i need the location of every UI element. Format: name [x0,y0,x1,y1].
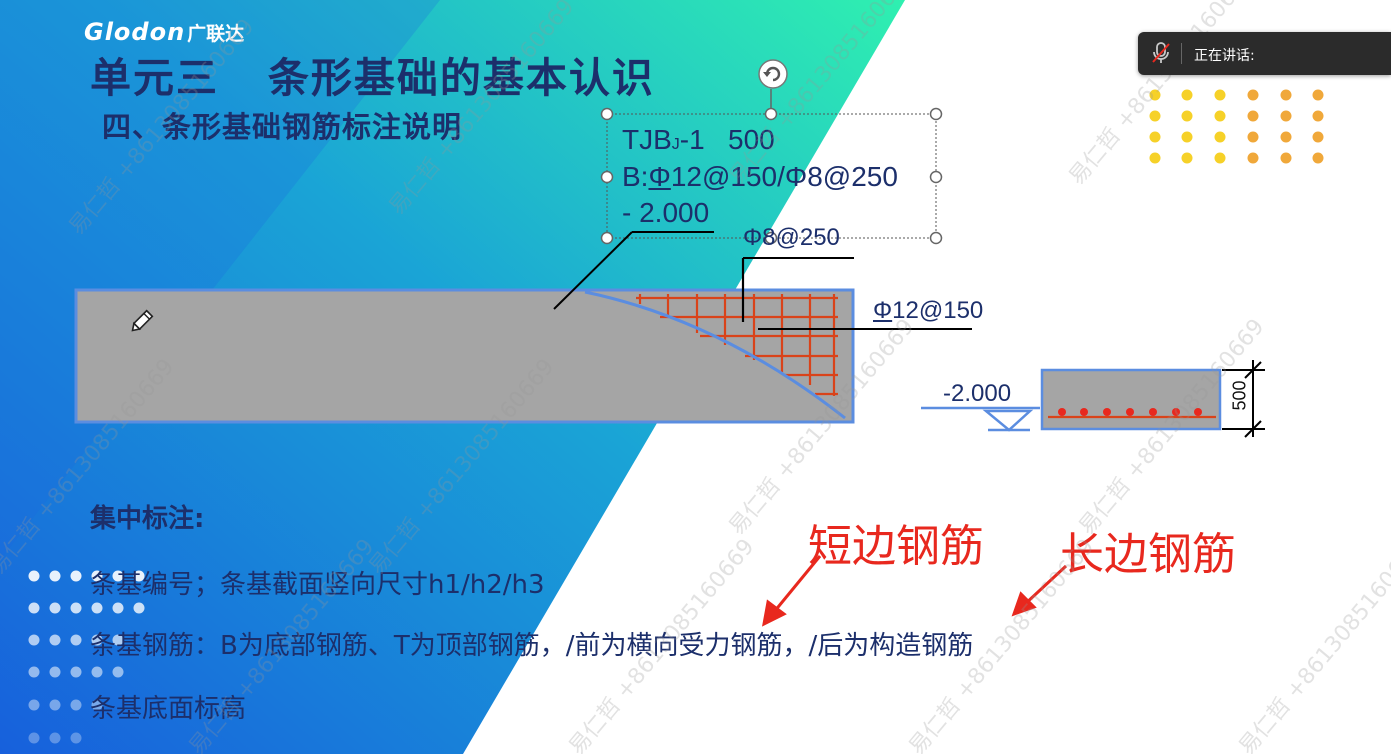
section-heading: 集中标注: [90,504,205,534]
annotation-line-2: B:Φ12@150/Φ8@250 [622,161,898,192]
dimension-label: 500 [1229,380,1250,411]
mic-muted-icon[interactable] [1150,41,1172,65]
speaking-label: 正在讲话: [1194,48,1255,64]
toolbar-separator [1181,43,1182,64]
annotation-line-3: - 2.000 [622,197,710,228]
body-line-1: 条基编号；条基截面竖向尺寸h1/h2/h3 [90,570,545,600]
label-phi8-250: Φ8@250 [743,224,840,251]
annotation-line-1: TJBJ-1 500 [622,124,775,155]
label-phi12-150: Φ12@150 [873,297,984,324]
meeting-speaking-bar[interactable]: 正在讲话: [1138,32,1391,75]
slide: Glodon 广联达 单元三 条形基础的基本认识 四、条形基础钢筋标注说明 TJ… [0,0,1391,754]
elevation-label: -2.000 [943,380,1012,407]
pen-cursor-icon [131,309,154,332]
footing-plan [74,288,855,424]
footing-section [1040,368,1222,431]
red-label-short-side: 短边钢筋 [808,521,984,572]
body-line-2: 条基钢筋：B为底部钢筋、T为顶部钢筋，/前为横向受力钢筋，/后为构造钢筋 [90,631,974,661]
body-line-3: 条基底面标高 [90,694,247,724]
red-label-long-side: 长边钢筋 [1060,529,1236,580]
